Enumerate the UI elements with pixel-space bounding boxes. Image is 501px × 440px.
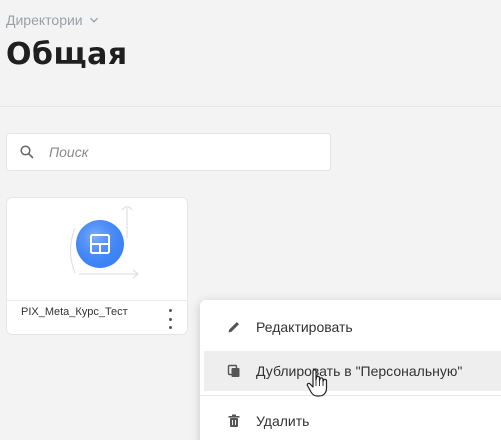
breadcrumb-label[interactable]: Директории bbox=[6, 12, 83, 28]
hand-cursor-icon bbox=[306, 369, 328, 397]
page: Директории Общая Поиск PIX_Meta_Курс_Тес… bbox=[0, 0, 501, 440]
menu-item-duplicate[interactable]: Дублировать в "Персональную" bbox=[204, 351, 501, 391]
search-box[interactable] bbox=[6, 133, 331, 171]
menu-item-label: Дублировать в "Персональную" bbox=[256, 363, 463, 379]
page-title: Общая bbox=[6, 37, 128, 72]
menu-divider bbox=[200, 395, 501, 396]
menu-item-label: Удалить bbox=[256, 413, 310, 429]
card-thumbnail[interactable] bbox=[7, 198, 187, 300]
duplicate-icon bbox=[227, 364, 240, 377]
card-separator bbox=[7, 300, 187, 301]
menu-item-label: Редактировать bbox=[256, 319, 353, 335]
pencil-icon bbox=[228, 322, 239, 333]
more-vertical-icon[interactable] bbox=[165, 309, 175, 329]
search-input[interactable] bbox=[49, 144, 299, 160]
header-divider bbox=[0, 106, 501, 107]
context-menu: Редактировать Дублировать в "Персональну… bbox=[200, 300, 501, 440]
chevron-down-icon[interactable] bbox=[89, 15, 99, 25]
card-title: PIX_Meta_Курс_Тест bbox=[21, 306, 128, 318]
course-card[interactable]: PIX_Meta_Курс_Тест bbox=[6, 197, 188, 335]
search-icon bbox=[20, 145, 34, 159]
thumbnail-graphic bbox=[69, 206, 139, 279]
breadcrumb[interactable]: Директории bbox=[6, 12, 99, 28]
menu-item-delete[interactable]: Удалить bbox=[200, 399, 501, 440]
menu-item-edit[interactable]: Редактировать bbox=[200, 305, 501, 349]
trash-icon bbox=[228, 414, 240, 427]
